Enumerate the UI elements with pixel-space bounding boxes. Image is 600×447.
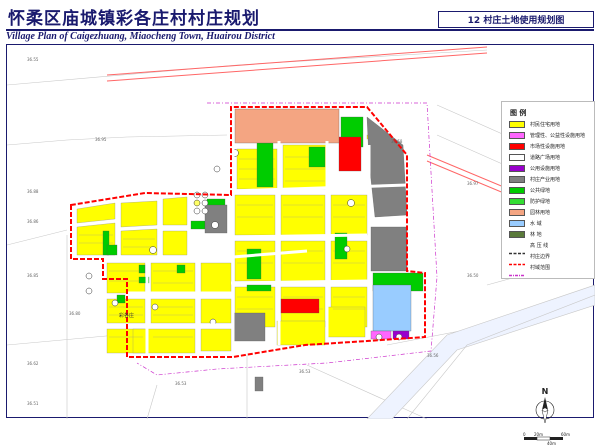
svg-text:36.58: 36.58 [391, 139, 403, 144]
legend-swatch [509, 198, 525, 205]
legend-item: 道路广场用地 [509, 153, 560, 162]
svg-text:36.86: 36.86 [27, 219, 39, 224]
legend-line [509, 242, 525, 255]
legend-item: 公用设施用地 [509, 164, 560, 173]
svg-text:36.56: 36.56 [427, 353, 439, 358]
scale-label-60: 60m [561, 432, 570, 437]
svg-text:36.95: 36.95 [95, 137, 107, 142]
legend-item: 村域范围 [509, 263, 550, 277]
legend-item: 高 压 线 [509, 241, 548, 255]
svg-text:36.88: 36.88 [27, 189, 39, 194]
water-body [372, 284, 412, 332]
scale-label-40: 40m [547, 441, 556, 446]
legend-item: 管理性、公益性设施用地 [509, 131, 585, 140]
legend-line [509, 253, 525, 266]
legend-item: 防护绿地 [509, 197, 550, 206]
legend-item: 林 地 [509, 230, 542, 239]
map-canvas[interactable]: 彩各庄 36.55 36.88 36.86 36.85 36.80 36.62 … [6, 44, 595, 446]
legend-swatch [509, 143, 525, 150]
legend-swatch [509, 220, 525, 227]
legend-swatch [509, 209, 525, 216]
legend-swatch [509, 121, 525, 128]
svg-text:36.50: 36.50 [467, 273, 479, 278]
svg-text:36.55: 36.55 [27, 57, 39, 62]
map-legend: 图 例 村民住宅用地 管理性、公益性设施用地 市场性设施用地 道路广场用地 公用… [501, 101, 595, 279]
legend-title: 图 例 [510, 109, 527, 117]
svg-text:36.53: 36.53 [299, 369, 311, 374]
page-title: 怀柔区庙城镇彩各庄村村庄规划 [8, 9, 260, 29]
svg-text:36.97: 36.97 [467, 181, 479, 186]
legend-swatch [509, 176, 525, 183]
sheet-number-box: 12 村庄土地使用规划图 [438, 11, 594, 28]
svg-text:36.62: 36.62 [27, 361, 39, 366]
legend-swatch [509, 132, 525, 139]
map-sheet: 怀柔区庙城镇彩各庄村村庄规划 12 村庄土地使用规划图 Village Plan… [0, 0, 600, 446]
legend-swatch [509, 187, 525, 194]
legend-swatch [509, 231, 525, 238]
legend-item: 村庄边界 [509, 252, 550, 266]
scale-label-0: 0 [523, 432, 526, 437]
legend-item: 市场性设施用地 [509, 142, 565, 151]
north-label: N [542, 387, 549, 396]
svg-text:36.80: 36.80 [69, 311, 81, 316]
scale-bar: 0 20m 40m 60m [523, 432, 570, 446]
street-label: 彩各庄 [119, 312, 134, 319]
legend-item: 村庄产业用地 [509, 175, 560, 184]
page-subtitle: Village Plan of Caigezhuang, Miaocheng T… [6, 31, 275, 42]
legend-swatch [509, 165, 525, 172]
legend-line [509, 264, 525, 277]
garden-land [234, 108, 340, 144]
north-arrow-icon: N [535, 387, 555, 424]
scale-label-20: 20m [534, 432, 543, 437]
legend-item: 公共绿地 [509, 186, 550, 195]
svg-text:36.51: 36.51 [27, 401, 39, 406]
legend-item: 园林用地 [509, 208, 550, 217]
svg-text:36.53: 36.53 [175, 381, 187, 386]
svg-text:36.85: 36.85 [27, 273, 39, 278]
legend-item: 水 域 [509, 219, 542, 228]
legend-swatch [509, 154, 525, 161]
legend-item: 村民住宅用地 [509, 120, 560, 129]
